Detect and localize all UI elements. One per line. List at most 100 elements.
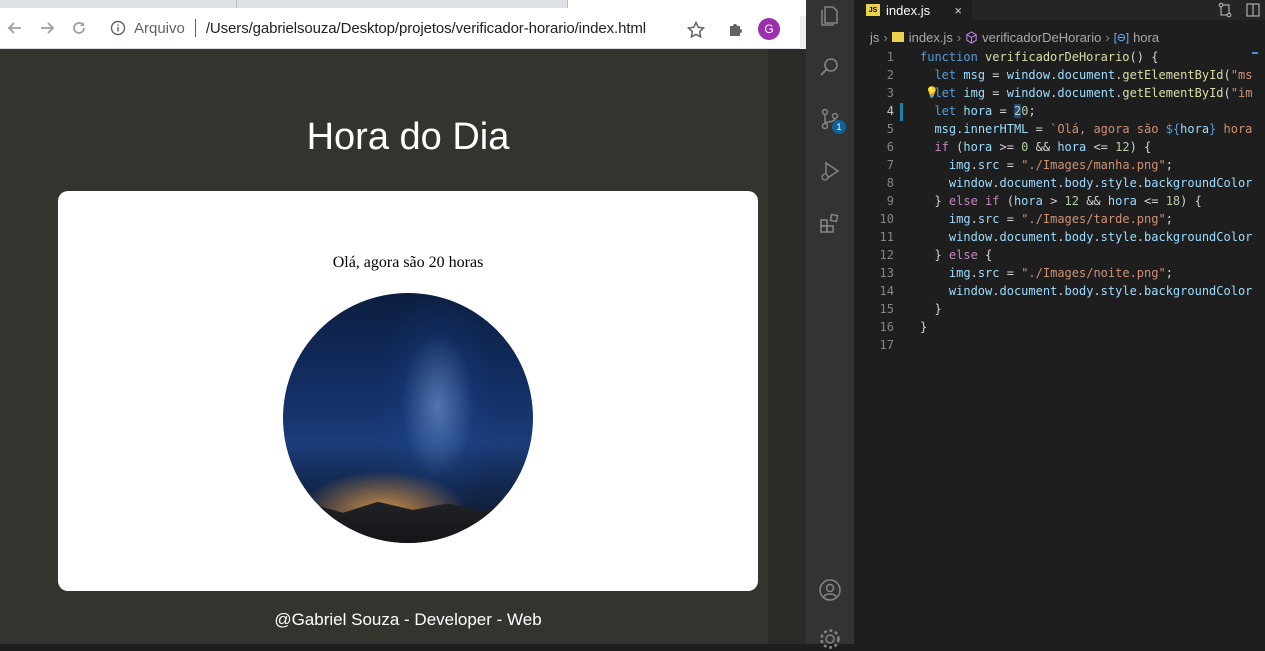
back-arrow-icon — [7, 22, 21, 34]
line-number: 5 — [886, 122, 894, 136]
tab-strip — [0, 0, 806, 8]
forward-arrow-icon — [41, 22, 55, 34]
open-changes-icon[interactable] — [1217, 2, 1233, 18]
line-number: 7 — [886, 158, 894, 172]
code-text: window.document.body.style.backgroundCol… — [948, 230, 1253, 244]
reload-button[interactable] — [69, 18, 89, 38]
code-line: 12 } else { — [854, 246, 1265, 264]
address-bar[interactable]: Arquivo /Users/gabrielsouza/Desktop/proj… — [102, 12, 722, 44]
code-line: 6 if (hora >= 0 && hora <= 12) { — [854, 138, 1265, 156]
night-sky-image — [283, 293, 533, 543]
profile-avatar[interactable]: G — [758, 18, 780, 40]
browser-tab[interactable] — [0, 0, 237, 8]
extensions-icon[interactable] — [818, 211, 842, 235]
code-text: function verificadorDeHorario() { — [920, 50, 1159, 64]
breadcrumb-file[interactable]: index.js — [909, 30, 953, 45]
divider — [194, 19, 196, 37]
code-text: img.src = "./Images/noite.png"; — [948, 266, 1173, 280]
editor-actions — [1217, 2, 1261, 18]
line-number: 13 — [879, 266, 894, 280]
vscode-window: 1 JS index.js × js › index.js › verifica… — [806, 0, 1265, 649]
chevron-right-icon: › — [1105, 29, 1110, 45]
browser-tab[interactable] — [237, 0, 568, 8]
breadcrumb: js › index.js › verificadorDeHorario › [… — [854, 28, 1265, 46]
code-text: img.src = "./Images/manha.png"; — [948, 158, 1173, 172]
lightbulb-icon[interactable]: 💡 — [925, 86, 939, 99]
code-text: window.document.body.style.backgroundCol… — [948, 176, 1253, 190]
chevron-right-icon: › — [956, 29, 962, 45]
source-control-badge: 1 — [832, 120, 846, 134]
reload-icon — [73, 22, 85, 34]
close-icon[interactable]: × — [954, 3, 962, 18]
line-number: 9 — [886, 194, 894, 208]
function-cube-icon — [966, 30, 977, 44]
breadcrumb-variable[interactable]: hora — [1133, 30, 1159, 45]
tab-label: index.js — [886, 2, 931, 18]
line-number: 8 — [886, 176, 894, 190]
line-number: 2 — [886, 68, 894, 82]
line-number: 10 — [879, 212, 894, 226]
browser-window: Arquivo /Users/gabrielsouza/Desktop/proj… — [0, 0, 806, 644]
code-line: 2 let msg = window.document.getElementBy… — [854, 66, 1265, 84]
forward-button[interactable] — [37, 18, 57, 38]
browser-tab-active[interactable] — [568, 0, 806, 8]
code-line: 10 img.src = "./Images/tarde.png"; — [854, 210, 1265, 228]
page-title: Hora do Dia — [306, 116, 510, 158]
editor-tab-bar: JS index.js × — [854, 0, 1265, 20]
code-text: } — [934, 302, 942, 316]
info-icon[interactable] — [110, 20, 126, 36]
code-text: img.src = "./Images/tarde.png"; — [948, 212, 1173, 226]
split-editor-icon[interactable] — [1245, 2, 1261, 18]
scheme-label: Arquivo — [134, 19, 185, 37]
line-number: 12 — [879, 248, 894, 262]
mountain-silhouette — [283, 501, 533, 543]
code-line: 8 window.document.body.style.backgroundC… — [854, 174, 1265, 192]
star-icon[interactable] — [686, 20, 706, 40]
code-text: } — [920, 320, 928, 334]
line-number: 17 — [879, 338, 894, 352]
code-text: } else { — [934, 248, 993, 262]
tab-index-js[interactable]: JS index.js × — [854, 0, 972, 20]
code-line: 16 } — [854, 318, 1265, 336]
code-text: let msg = window.document.getElementById… — [934, 68, 1253, 82]
line-number: 4 — [886, 104, 894, 118]
breadcrumb-function[interactable]: verificadorDeHorario — [982, 30, 1101, 45]
line-number: 11 — [879, 230, 894, 244]
browser-toolbar: Arquivo /Users/gabrielsouza/Desktop/proj… — [0, 8, 806, 56]
back-button[interactable] — [5, 18, 25, 38]
line-number: 3 — [886, 86, 894, 100]
files-icon[interactable] — [818, 4, 842, 28]
code-text: window.document.body.style.backgroundCol… — [948, 284, 1253, 298]
code-text: let hora = 20; — [934, 104, 1036, 118]
code-line: 14 window.document.body.style.background… — [854, 282, 1265, 300]
code-line: 7 img.src = "./Images/manha.png"; — [854, 156, 1265, 174]
code-editor[interactable]: 1 function verificadorDeHorario() { 2 le… — [854, 48, 1265, 644]
extensions-puzzle-icon[interactable] — [726, 20, 746, 40]
code-line: 3 let img = window.document.getElementBy… — [854, 84, 1265, 102]
line-number: 6 — [886, 140, 894, 154]
url-text[interactable]: /Users/gabrielsouza/Desktop/projetos/ver… — [206, 20, 646, 37]
line-number: 16 — [879, 320, 894, 334]
javascript-file-icon: JS — [866, 4, 880, 16]
chevron-right-icon: › — [883, 29, 888, 45]
code-text: if (hora >= 0 && hora <= 12) { — [934, 140, 1152, 154]
settings-gear-icon[interactable] — [818, 627, 842, 651]
breadcrumb-folder[interactable]: js — [870, 30, 879, 45]
code-line-current: 4 let hora = 20; — [854, 102, 1265, 120]
javascript-file-icon — [891, 32, 904, 42]
code-line: 13 img.src = "./Images/noite.png"; — [854, 264, 1265, 282]
code-line: 15 } — [854, 300, 1265, 318]
variable-icon: [⊖] — [1113, 31, 1130, 44]
code-text: msg.innerHTML = `Olá, agora são ${hora} … — [934, 122, 1253, 136]
time-message: Olá, agora são 20 horas — [332, 254, 484, 271]
code-line: 1 function verificadorDeHorario() { — [854, 48, 1265, 66]
code-text: } else if (hora > 12 && hora <= 18) { — [934, 194, 1202, 208]
content-card: Olá, agora são 20 horas — [58, 191, 758, 591]
line-number: 14 — [879, 284, 894, 298]
code-line: 5 msg.innerHTML = `Olá, agora são ${hora… — [854, 120, 1265, 138]
code-line: 11 window.document.body.style.background… — [854, 228, 1265, 246]
account-icon[interactable] — [818, 578, 842, 602]
search-icon[interactable] — [818, 55, 842, 79]
run-debug-icon[interactable] — [818, 159, 842, 183]
line-number: 15 — [879, 302, 894, 316]
